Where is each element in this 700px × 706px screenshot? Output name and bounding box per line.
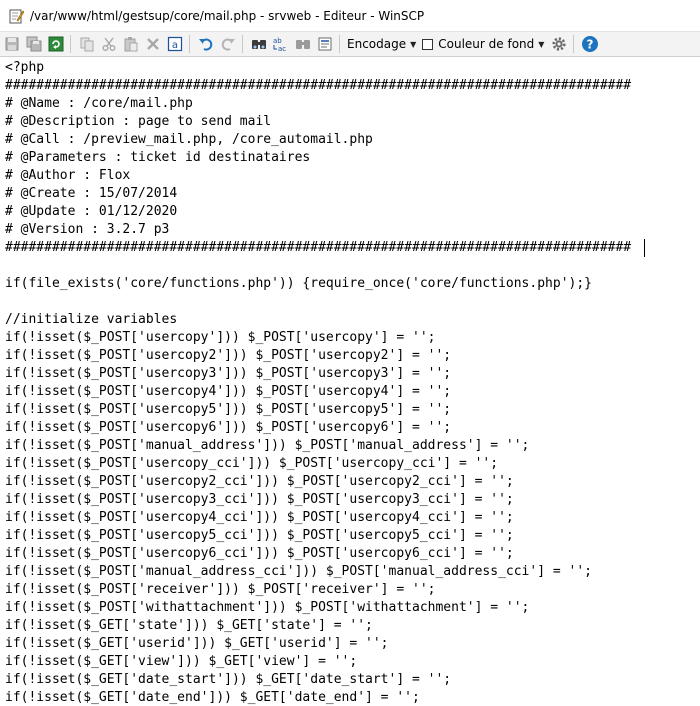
- code-line: # @Author : Flox: [5, 168, 131, 183]
- code-line: if(file_exists('core/functions.php')) {r…: [5, 276, 592, 291]
- code-line: if(!isset($_GET['userid'])) $_GET['useri…: [5, 636, 389, 651]
- code-line: ########################################…: [5, 240, 632, 255]
- code-line: if(!isset($_POST['usercopy3'])) $_POST['…: [5, 366, 452, 381]
- background-color-checkbox[interactable]: [422, 38, 434, 50]
- code-line: # @Update : 01/12/2020: [5, 204, 178, 219]
- code-line: if(!isset($_POST['usercopy4_cci'])) $_PO…: [5, 510, 514, 525]
- find-next-icon[interactable]: [293, 34, 313, 54]
- replace-icon[interactable]: ab ac: [271, 34, 291, 54]
- code-line: if(!isset($_POST['usercopy2_cci'])) $_PO…: [5, 474, 514, 489]
- save-icon[interactable]: [2, 34, 22, 54]
- code-line: if(!isset($_POST['usercopy_cci'])) $_POS…: [5, 456, 499, 471]
- toolbar-separator: [189, 35, 190, 53]
- code-line: # @Description : page to send mail: [5, 114, 272, 129]
- help-icon[interactable]: ?: [580, 34, 600, 54]
- code-line: # @Name : /core/mail.php: [5, 96, 193, 111]
- svg-text:a: a: [172, 40, 178, 51]
- undo-icon[interactable]: [196, 34, 216, 54]
- svg-text:ac: ac: [278, 45, 286, 52]
- code-line: <?php: [5, 60, 45, 75]
- chevron-down-icon: ▼: [538, 39, 545, 49]
- redo-icon[interactable]: [218, 34, 238, 54]
- code-line: if(!isset($_POST['usercopy5'])) $_POST['…: [5, 402, 452, 417]
- code-line: if(!isset($_POST['withattachment'])) $_P…: [5, 600, 530, 615]
- code-line: # @Call : /preview_mail.php, /core_autom…: [5, 132, 373, 147]
- code-line: //initialize variables: [5, 312, 178, 327]
- toolbar-separator: [339, 35, 340, 53]
- encoding-label: Encodage: [347, 37, 407, 51]
- settings-icon[interactable]: [549, 34, 569, 54]
- code-line: # @Version : 3.2.7 p3: [5, 222, 170, 237]
- window-title: /var/www/html/gestsup/core/mail.php - sr…: [30, 8, 425, 23]
- code-line: if(!isset($_GET['date_start'])) $_GET['d…: [5, 672, 452, 687]
- code-line: ########################################…: [5, 78, 632, 93]
- select-all-icon[interactable]: a: [165, 34, 185, 54]
- code-editor[interactable]: <?php ##################################…: [0, 57, 700, 706]
- svg-text:ab: ab: [273, 37, 282, 45]
- code-line: if(!isset($_GET['state'])) $_GET['state'…: [5, 618, 373, 633]
- code-line: # @Create : 15/07/2014: [5, 186, 178, 201]
- copy-icon[interactable]: [77, 34, 97, 54]
- editor-toolbar: a ab ac Encodage ▼ Couleur de fond ▼ ?: [0, 31, 700, 57]
- code-line: if(!isset($_POST['usercopy2'])) $_POST['…: [5, 348, 452, 363]
- code-line: if(!isset($_POST['receiver'])) $_POST['r…: [5, 582, 436, 597]
- toolbar-separator: [242, 35, 243, 53]
- code-line: if(!isset($_POST['usercopy'])) $_POST['u…: [5, 330, 436, 345]
- toolbar-separator: [70, 35, 71, 53]
- save-all-icon[interactable]: [24, 34, 44, 54]
- code-line: if(!isset($_GET['date_end'])) $_GET['dat…: [5, 690, 420, 705]
- toolbar-separator: [573, 35, 575, 53]
- background-color-label: Couleur de fond: [438, 37, 535, 51]
- cut-icon[interactable]: [99, 34, 119, 54]
- code-line: if(!isset($_POST['usercopy6_cci'])) $_PO…: [5, 546, 514, 561]
- goto-line-icon[interactable]: [315, 34, 335, 54]
- delete-icon[interactable]: [143, 34, 163, 54]
- refresh-icon[interactable]: [46, 34, 66, 54]
- code-line: if(!isset($_POST['usercopy4'])) $_POST['…: [5, 384, 452, 399]
- title-bar: /var/www/html/gestsup/core/mail.php - sr…: [0, 0, 700, 31]
- code-line: if(!isset($_POST['usercopy5_cci'])) $_PO…: [5, 528, 514, 543]
- code-line: if(!isset($_POST['usercopy6'])) $_POST['…: [5, 420, 452, 435]
- code-line: if(!isset($_POST['manual_address'])) $_P…: [5, 438, 530, 453]
- text-cursor: [644, 239, 645, 257]
- editor-app-icon: [9, 9, 24, 23]
- code-line: if(!isset($_GET['view'])) $_GET['view'] …: [5, 654, 358, 669]
- code-line: if(!isset($_POST['manual_address_cci']))…: [5, 564, 592, 579]
- svg-text:?: ?: [587, 38, 594, 52]
- code-line: # @Parameters : ticket id destinataires: [5, 150, 311, 165]
- find-icon[interactable]: [249, 34, 269, 54]
- paste-icon[interactable]: [121, 34, 141, 54]
- code-line: if(!isset($_POST['usercopy3_cci'])) $_PO…: [5, 492, 514, 507]
- chevron-down-icon: ▼: [410, 39, 417, 49]
- encoding-dropdown[interactable]: Encodage ▼: [344, 34, 419, 54]
- background-color-dropdown[interactable]: Couleur de fond ▼: [419, 34, 547, 54]
